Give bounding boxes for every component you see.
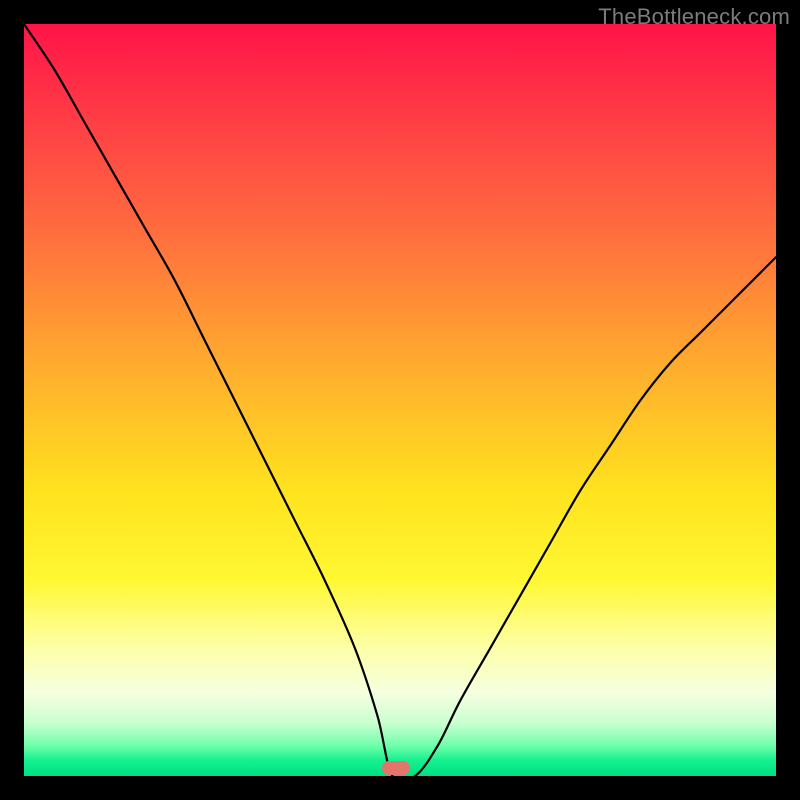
bottleneck-curve: [24, 24, 776, 776]
chart-frame: TheBottleneck.com: [0, 0, 800, 800]
plot-area: [24, 24, 776, 776]
optimal-point-marker: [382, 761, 410, 775]
